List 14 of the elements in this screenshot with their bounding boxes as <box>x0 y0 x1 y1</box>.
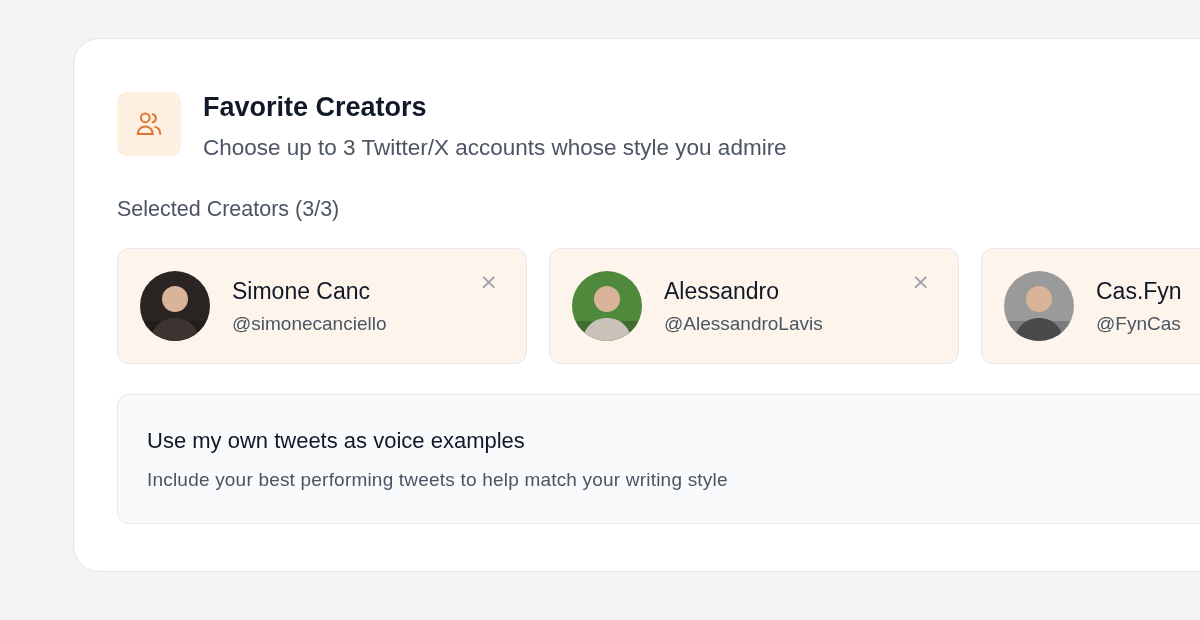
creator-name: Cas.Fyn <box>1096 277 1182 305</box>
option-description: Include your best performing tweets to help match your writing style <box>147 469 729 491</box>
section-subtitle: Choose up to 3 Twitter/X accounts whose style you admire <box>203 135 787 161</box>
close-button[interactable]: × <box>477 271 500 293</box>
selected-count-label: Selected Creators (3/3) <box>117 197 341 222</box>
close-button[interactable]: × <box>909 271 932 293</box>
creator-handle: @AlessandroLavis <box>664 312 823 335</box>
creator-name: Alessandro <box>664 277 781 305</box>
users-icon <box>117 92 181 156</box>
option-title: Use my own tweets as voice examples <box>147 428 526 454</box>
section-title: Favorite Creators <box>203 92 428 123</box>
creator-name: Simone Canc <box>232 277 372 305</box>
creator-handle: @simonecanciello <box>232 312 387 335</box>
creator-handle: @FynCas <box>1096 312 1182 335</box>
